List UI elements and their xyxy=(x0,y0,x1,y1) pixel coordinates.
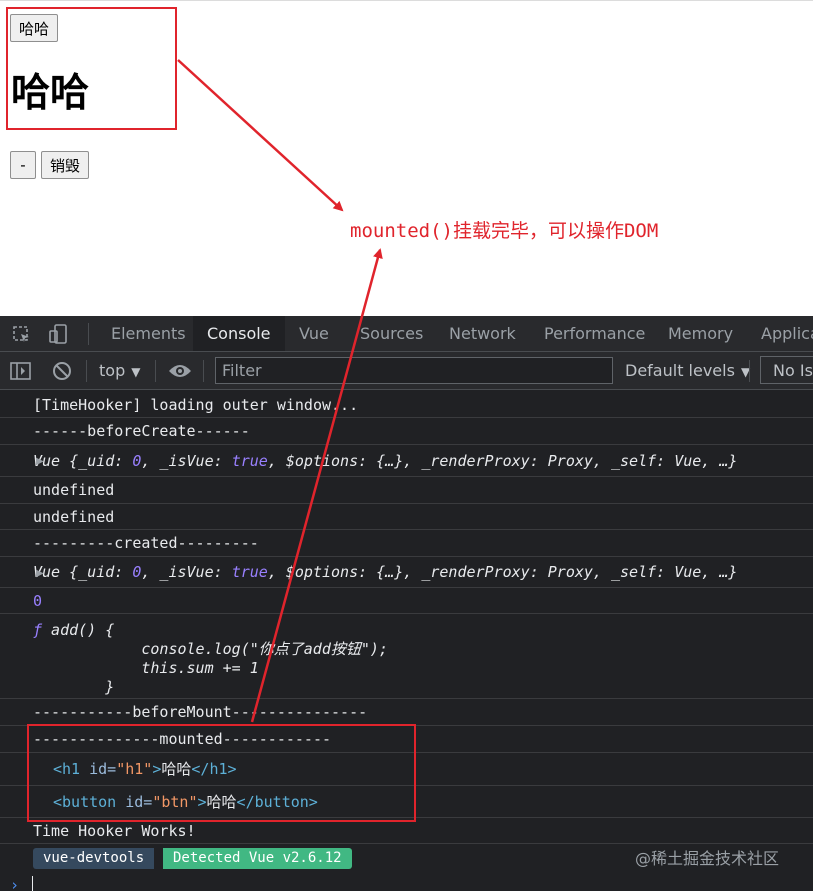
arrow-from-mounted xyxy=(250,248,383,723)
annotation-arrows xyxy=(177,59,383,723)
arrow-to-annotation xyxy=(177,59,344,212)
